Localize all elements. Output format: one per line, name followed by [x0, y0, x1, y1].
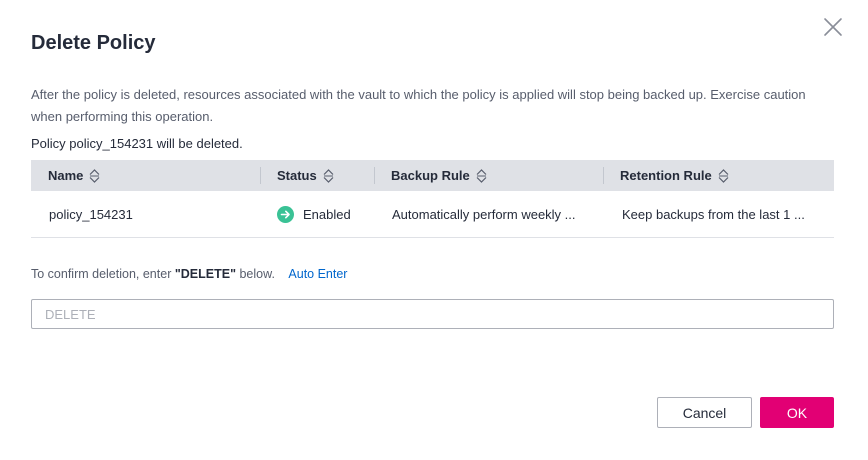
arrow-right-circle-icon [277, 205, 294, 223]
cell-policy-name: policy_154231 [49, 206, 133, 222]
deletion-notice: Policy policy_154231 will be deleted. [31, 136, 243, 151]
auto-enter-link[interactable]: Auto Enter [288, 267, 347, 281]
cell-backup-rule: Automatically perform weekly ... [392, 206, 576, 222]
column-header-label: Backup Rule [391, 168, 470, 183]
confirm-suffix: below. [236, 267, 275, 281]
column-divider [260, 167, 261, 184]
column-header-label: Retention Rule [620, 168, 712, 183]
sort-icon[interactable] [89, 168, 100, 183]
confirm-prefix: To confirm deletion, enter [31, 267, 175, 281]
confirm-keyword: "DELETE" [174, 267, 236, 281]
policy-table: Name Status Backup Rule Retention Rule p… [31, 160, 834, 238]
confirm-instruction: To confirm deletion, enter "DELETE" belo… [31, 265, 347, 283]
cell-status: Enabled [260, 191, 374, 238]
confirm-delete-input[interactable] [31, 299, 834, 329]
close-icon[interactable] [822, 16, 844, 38]
ok-button[interactable]: OK [760, 397, 834, 428]
dialog-title: Delete Policy [31, 32, 156, 54]
status-text: Enabled [303, 206, 351, 222]
sort-icon[interactable] [323, 168, 334, 183]
sort-icon[interactable] [476, 168, 487, 183]
sort-icon[interactable] [718, 168, 729, 183]
cancel-button[interactable]: Cancel [657, 397, 752, 428]
column-divider [374, 167, 375, 184]
table-row: policy_154231 Enabled Automatically perf… [31, 191, 834, 238]
column-header-label: Status [277, 168, 317, 183]
cell-retention-rule: Keep backups from the last 1 ... [622, 206, 805, 222]
column-header-name[interactable]: Name [31, 160, 260, 191]
warning-text: After the policy is deleted, resources a… [31, 87, 806, 124]
column-header-label: Name [48, 168, 84, 183]
table-header: Name Status Backup Rule Retention Rule [31, 160, 834, 191]
column-header-retention-rule[interactable]: Retention Rule [603, 160, 834, 191]
column-divider [603, 167, 604, 184]
column-header-backup-rule[interactable]: Backup Rule [374, 160, 603, 191]
delete-policy-dialog: Delete Policy After the policy is delete… [0, 0, 868, 460]
column-header-status[interactable]: Status [260, 160, 374, 191]
